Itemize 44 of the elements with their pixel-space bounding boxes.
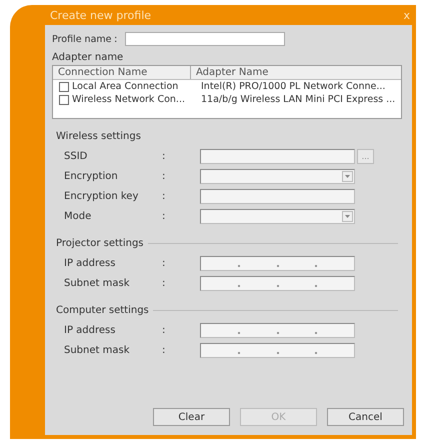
field-label: IP address [63,324,116,336]
ssid-field[interactable] [200,148,355,164]
field-label: Profile name [52,34,113,44]
dialog-button[interactable]: Clear [153,408,230,426]
field-label: Encryption key [63,190,140,202]
field-label: SSID [63,150,88,162]
checkbox[interactable] [59,94,69,104]
input-field[interactable] [200,188,355,204]
dropdown[interactable] [200,168,355,184]
colon-text: : [114,34,118,44]
colon-text: : [162,258,166,268]
ip-address-field[interactable] [200,322,355,338]
colon-text: : [162,344,166,356]
ip-address-field[interactable] [200,256,355,270]
field-label: Subnet mask [63,278,130,288]
field-label: IP address [63,258,116,268]
colon-text: : [162,278,166,288]
colon-text: : [162,170,166,182]
caret-icon [342,170,353,182]
caret-icon [342,210,353,222]
colon-text: : [162,150,166,162]
section-title: Computer settings [56,304,149,316]
dropdown[interactable] [200,208,355,224]
field-label: Mode [63,210,92,222]
window-title: Create new profile [50,8,152,22]
table-cell: Wireless Network Con... [72,94,185,105]
checkbox[interactable] [59,82,69,92]
section-title: Projector settings [56,238,144,248]
colon-text: : [162,190,166,202]
section-title: Wireless settings [56,130,141,142]
table-cell-text: Intel(R) PRO/1000 PL Network Conne... [200,81,386,92]
ip-address-field[interactable] [200,276,355,290]
table-cell: Local Area Connection [72,81,178,92]
table-cell-text: 11a/b/g Wireless LAN Mini PCI Express ... [200,94,396,105]
colon-text: : [162,210,166,222]
ip-address-field[interactable] [200,342,355,358]
profile-name-field[interactable] [125,32,285,46]
colon-text: : [162,324,166,336]
field-label: Encryption [63,170,119,182]
column-header[interactable]: Adapter Name [191,66,268,79]
section-label: Adapter name [52,52,124,65]
field-label: Subnet mask [63,344,130,356]
dialog-button[interactable]: Cancel [327,408,404,426]
column-header[interactable]: Connection Name [53,66,191,79]
